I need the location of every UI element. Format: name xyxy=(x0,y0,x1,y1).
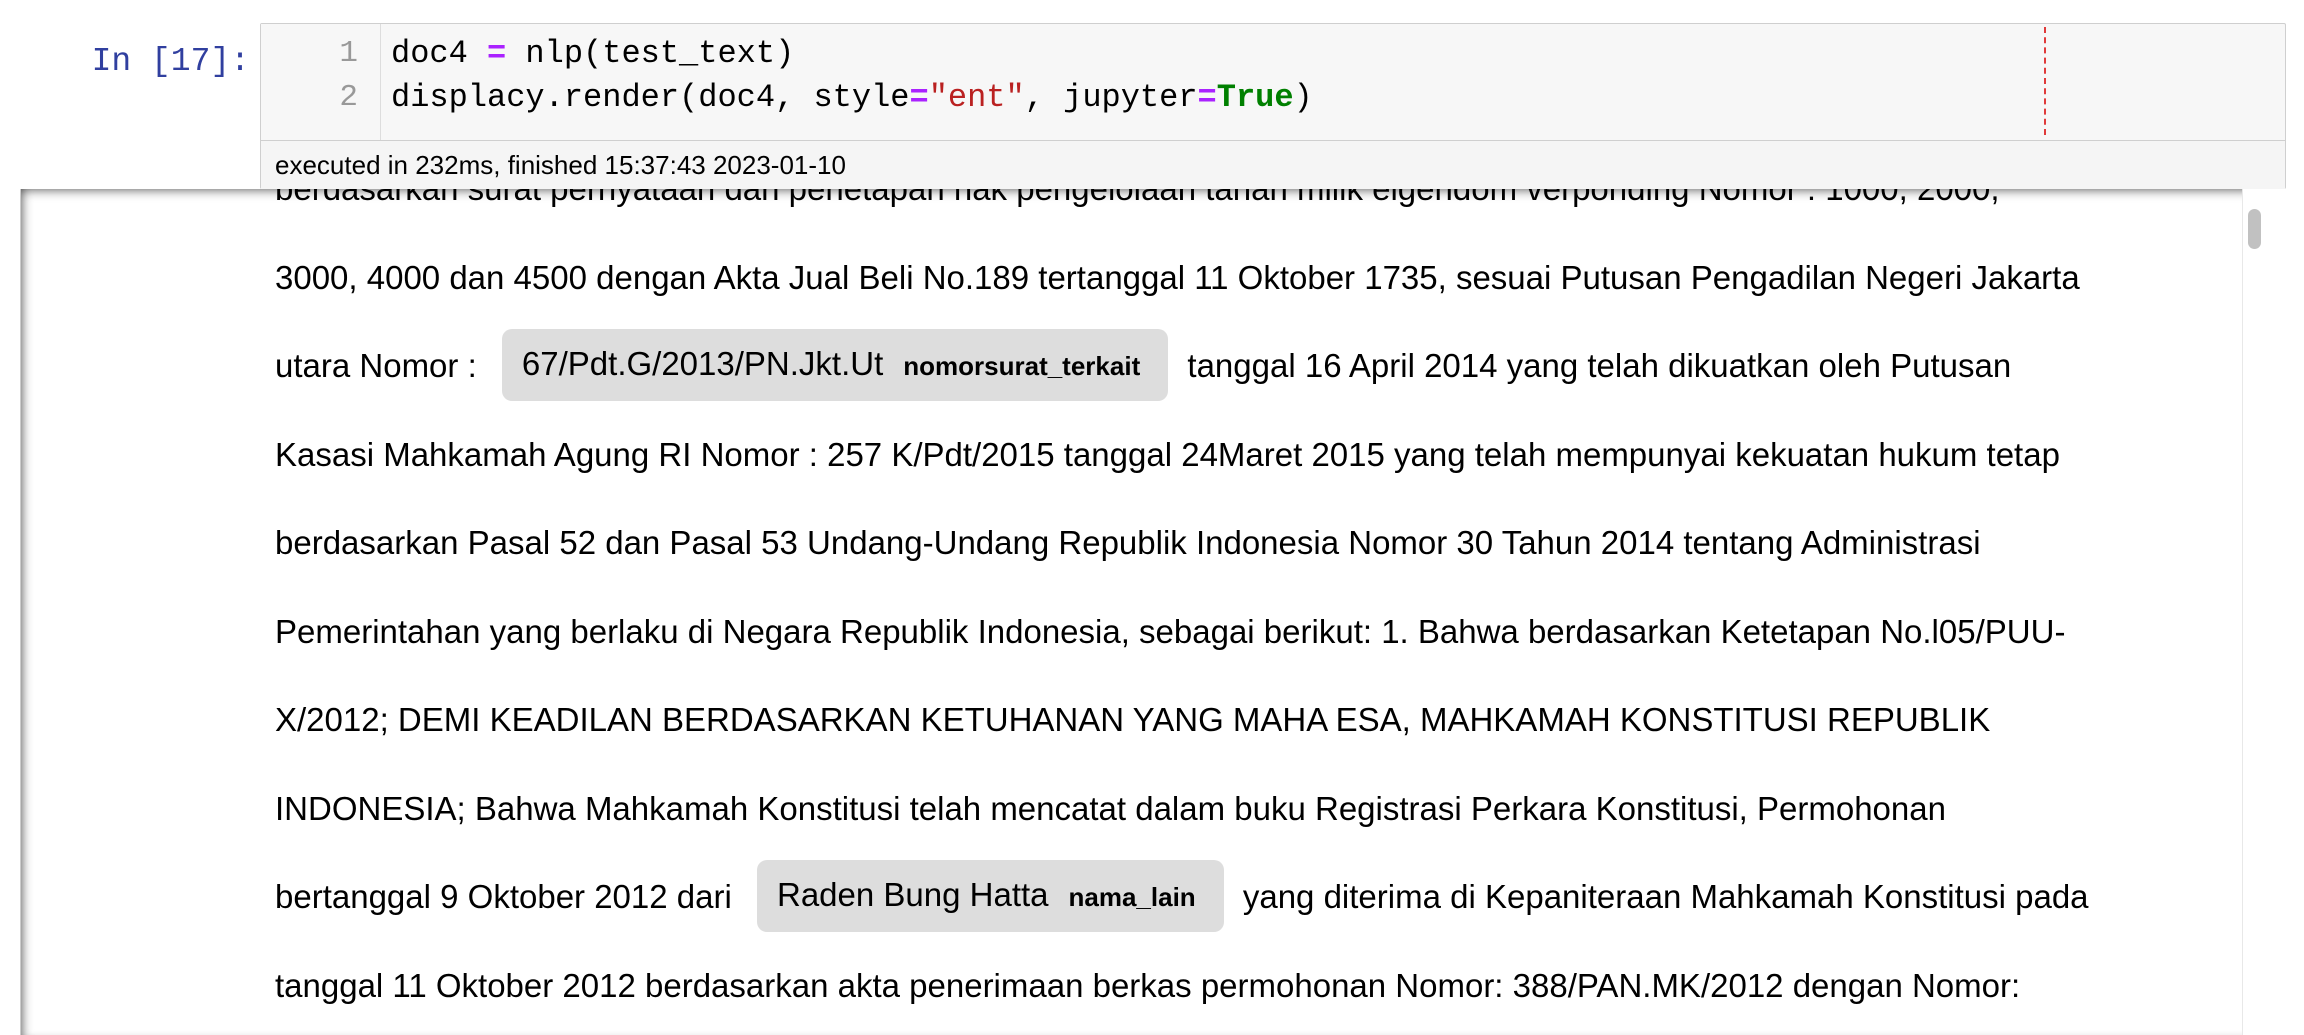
code-token: "ent" xyxy=(928,79,1025,116)
code-token: displacy.render(doc4, style xyxy=(391,79,910,116)
cell-prompt: In [17]: xyxy=(91,43,250,80)
output-text: utara Nomor : xyxy=(275,347,486,384)
output-line: utara Nomor : 67/Pdt.G/2013/PN.Jkt.Ut nom… xyxy=(275,322,2240,411)
cell-output[interactable]: berdasarkan surat pernyataan dan penetap… xyxy=(20,189,2265,1035)
code-token: doc4 xyxy=(391,35,488,72)
output-line: X/2012; DEMI KEADILAN BERDASARKAN KETUHA… xyxy=(275,676,2240,765)
output-text: X/2012; DEMI KEADILAN BERDASARKAN KETUHA… xyxy=(275,701,1991,738)
output-line: bertanggal 9 Oktober 2012 dari Raden Bun… xyxy=(275,853,2240,942)
code-token: = xyxy=(487,35,507,72)
output-text: INDONESIA; Bahwa Mahkamah Konstitusi tel… xyxy=(275,789,1946,827)
output-line: 3000, 4000 dan 4500 dengan Akta Jual Bel… xyxy=(275,234,2240,323)
output-text: Pemerintahan yang berlaku di Negara Repu… xyxy=(275,612,2066,650)
output-text: tanggal 16 April 2014 yang telah dikuatk… xyxy=(1178,347,2012,384)
output-text: bertanggal 9 Oktober 2012 dari xyxy=(275,878,741,915)
output-line: berdasarkan Pasal 52 dan Pasal 53 Undang… xyxy=(275,499,2240,588)
code-token: , jupyter xyxy=(1024,79,1198,116)
entity-highlight: 67/Pdt.G/2013/PN.Jkt.Ut nomorsurat_terkai… xyxy=(501,329,1169,402)
output-text: berdasarkan Pasal 52 dan Pasal 53 Undang… xyxy=(275,524,1981,561)
output-line: tanggal 11 Oktober 2012 berdasarkan akta… xyxy=(275,942,2240,1031)
output-line: Pemerintahan yang berlaku di Negara Repu… xyxy=(275,588,2240,677)
entity-visualization: berdasarkan surat pernyataan dan penetap… xyxy=(275,189,2240,1030)
line-number: 1 xyxy=(339,36,358,71)
code-token: nlp(test_text) xyxy=(506,35,795,72)
scrollbar-thumb[interactable] xyxy=(2248,209,2261,249)
output-text: 3000, 4000 dan 4500 dengan Akta Jual Bel… xyxy=(275,258,2080,296)
output-line: Kasasi Mahkamah Agung RI Nomor : 257 K/P… xyxy=(275,411,2240,500)
entity-text: 67/Pdt.G/2013/PN.Jkt.Ut xyxy=(521,345,884,383)
line-number: 2 xyxy=(339,80,358,115)
execution-status: executed in 232ms, finished 15:37:43 202… xyxy=(261,140,2285,189)
code-token: ) xyxy=(1293,79,1313,116)
entity-text: Raden Bung Hatta xyxy=(776,876,1049,914)
code-token: True xyxy=(1216,79,1294,116)
output-text: berdasarkan surat pernyataan dan penetap… xyxy=(275,189,2000,207)
output-scrollbar[interactable] xyxy=(2242,189,2265,1035)
code-token: = xyxy=(909,79,929,116)
code-line[interactable]: displacy.render(doc4, style="ent", jupyt… xyxy=(391,76,1313,120)
code-token: = xyxy=(1197,79,1217,116)
entity-label: nomorsurat_terkait xyxy=(903,351,1141,382)
code-cell[interactable]: 1 2 doc4 = nlp(test_text) displacy.rende… xyxy=(260,23,2286,189)
output-line: INDONESIA; Bahwa Mahkamah Konstitusi tel… xyxy=(275,765,2240,854)
code-line[interactable]: doc4 = nlp(test_text) xyxy=(391,32,794,76)
entity-highlight: Raden Bung Hatta nama_lain xyxy=(756,860,1224,933)
output-text: Kasasi Mahkamah Agung RI Nomor : 257 K/P… xyxy=(275,435,2060,473)
line-number-gutter: 1 2 xyxy=(261,24,381,140)
line-length-ruler xyxy=(2044,27,2046,135)
output-text: yang diterima di Kepaniteraan Mahkamah K… xyxy=(1233,878,2089,915)
output-text: tanggal 11 Oktober 2012 berdasarkan akta… xyxy=(275,966,2021,1004)
entity-label: nama_lain xyxy=(1068,882,1196,913)
output-line: berdasarkan surat pernyataan dan penetap… xyxy=(275,189,2240,234)
